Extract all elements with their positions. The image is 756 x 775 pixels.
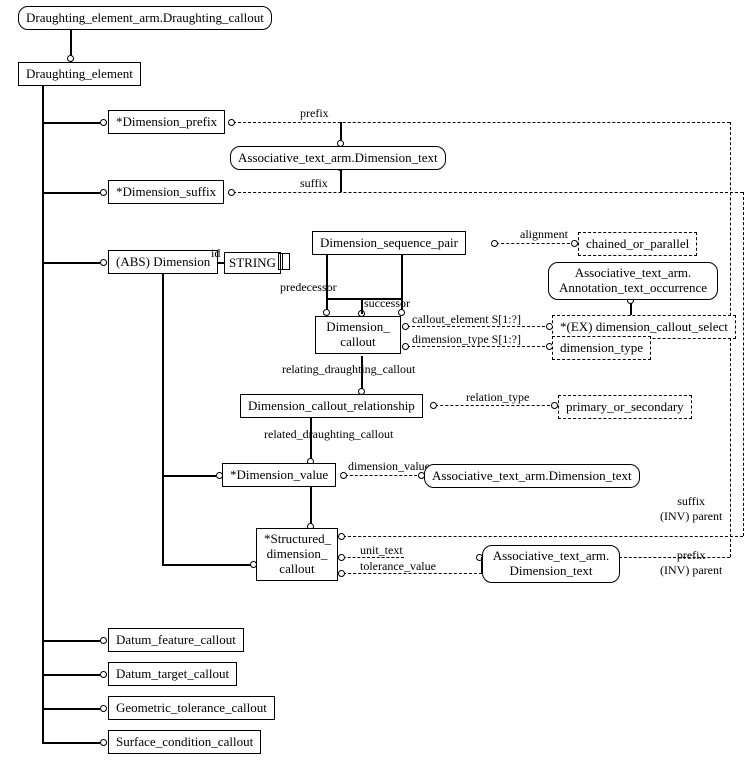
label-line2: Dimension_text <box>509 563 592 578</box>
entity-dimension-suffix: *Dimension_suffix <box>108 180 224 204</box>
entity-datum-feature-callout: Datum_feature_callout <box>108 628 244 652</box>
label: primary_or_secondary <box>566 399 684 414</box>
entity-abs-dimension: (ABS) Dimension <box>108 250 218 274</box>
edge-tolerance-value: tolerance_value <box>360 559 436 574</box>
edge-suffix-inv-parent: suffix (INV) parent <box>660 494 722 524</box>
entity-structured-dimension-callout: *Structured_ dimension_ callout <box>256 528 338 581</box>
type-string: STRING <box>224 252 281 274</box>
edge-unit-text: unit_text <box>360 543 403 558</box>
edge-prefix: prefix <box>300 106 329 121</box>
label: Dimension_sequence_pair <box>320 235 458 250</box>
entity-geometric-tolerance-callout: Geometric_tolerance_callout <box>108 696 275 720</box>
edge-predecessor: predecessor <box>280 280 337 295</box>
type-primary-or-secondary: primary_or_secondary <box>558 395 692 419</box>
type-chained-or-parallel: chained_or_parallel <box>578 232 697 256</box>
edge-dimension-type: dimension_type S[1:?] <box>412 332 521 347</box>
entity-dimension-callout-relationship: Dimension_callout_relationship <box>240 394 423 418</box>
entity-datum-target-callout: Datum_target_callout <box>108 662 237 686</box>
label: Dimension_ callout <box>326 319 390 349</box>
label: Draughting_element <box>26 66 133 81</box>
edge-callout-element: callout_element S[1:?] <box>412 312 521 327</box>
label: (ABS) Dimension <box>116 254 210 269</box>
entity-dimension-prefix: *Dimension_prefix <box>108 110 225 134</box>
entity-associative-dimension-text-3: Associative_text_arm. Dimension_text <box>482 545 620 583</box>
label: *Structured_ dimension_ callout <box>264 531 331 576</box>
string-marker-icon <box>278 253 286 270</box>
label: chained_or_parallel <box>586 236 689 251</box>
label: STRING <box>229 255 276 270</box>
label: Dimension_callout_relationship <box>248 398 415 413</box>
label: Surface_condition_callout <box>116 734 253 749</box>
label: Datum_feature_callout <box>116 632 236 647</box>
edge-prefix-inv-parent: prefix (INV) parent <box>660 548 722 578</box>
edge-alignment: alignment <box>520 227 568 242</box>
label: *Dimension_suffix <box>116 184 216 199</box>
label: Draughting_element_arm.Draughting_callou… <box>26 10 264 25</box>
edge-relating-draughting-callout: relating_draughting_callout <box>282 362 415 377</box>
entity-surface-condition-callout: Surface_condition_callout <box>108 730 261 754</box>
label-line1: Associative_text_arm. <box>575 265 692 280</box>
label: *Dimension_value <box>230 467 328 482</box>
type-dimension-type: dimension_type <box>552 336 651 360</box>
entity-dimension-callout: Dimension_ callout <box>315 316 401 354</box>
label: Associative_text_arm.Dimension_text <box>432 468 632 483</box>
label: Geometric_tolerance_callout <box>116 700 267 715</box>
edge-dimension-value: dimension_value <box>348 459 430 474</box>
label: *(EX) dimension_callout_select <box>560 319 728 334</box>
label: Datum_target_callout <box>116 666 229 681</box>
edge-related-draughting-callout: related_draughting_callout <box>264 427 393 442</box>
edge-id: id <box>211 246 220 261</box>
label-line1: Associative_text_arm. <box>493 548 610 563</box>
entity-draughting-element: Draughting_element <box>18 62 141 86</box>
label: dimension_type <box>560 340 643 355</box>
entity-dimension-value: *Dimension_value <box>222 463 336 487</box>
edge-relation-type: relation_type <box>466 390 529 405</box>
entity-root: Draughting_element_arm.Draughting_callou… <box>18 6 272 30</box>
label: *Dimension_prefix <box>116 114 217 129</box>
label: Associative_text_arm.Dimension_text <box>238 150 438 165</box>
entity-dimension-sequence-pair: Dimension_sequence_pair <box>312 231 466 255</box>
edge-suffix: suffix <box>300 176 328 191</box>
entity-associative-dimension-text-2: Associative_text_arm.Dimension_text <box>424 464 640 488</box>
edge-successor: successor <box>364 296 410 311</box>
entity-associative-dimension-text-1: Associative_text_arm.Dimension_text <box>230 146 446 170</box>
entity-annotation-text-occurrence: Associative_text_arm. Annotation_text_oc… <box>548 262 718 300</box>
label-line2: Annotation_text_occurrence <box>559 280 707 295</box>
